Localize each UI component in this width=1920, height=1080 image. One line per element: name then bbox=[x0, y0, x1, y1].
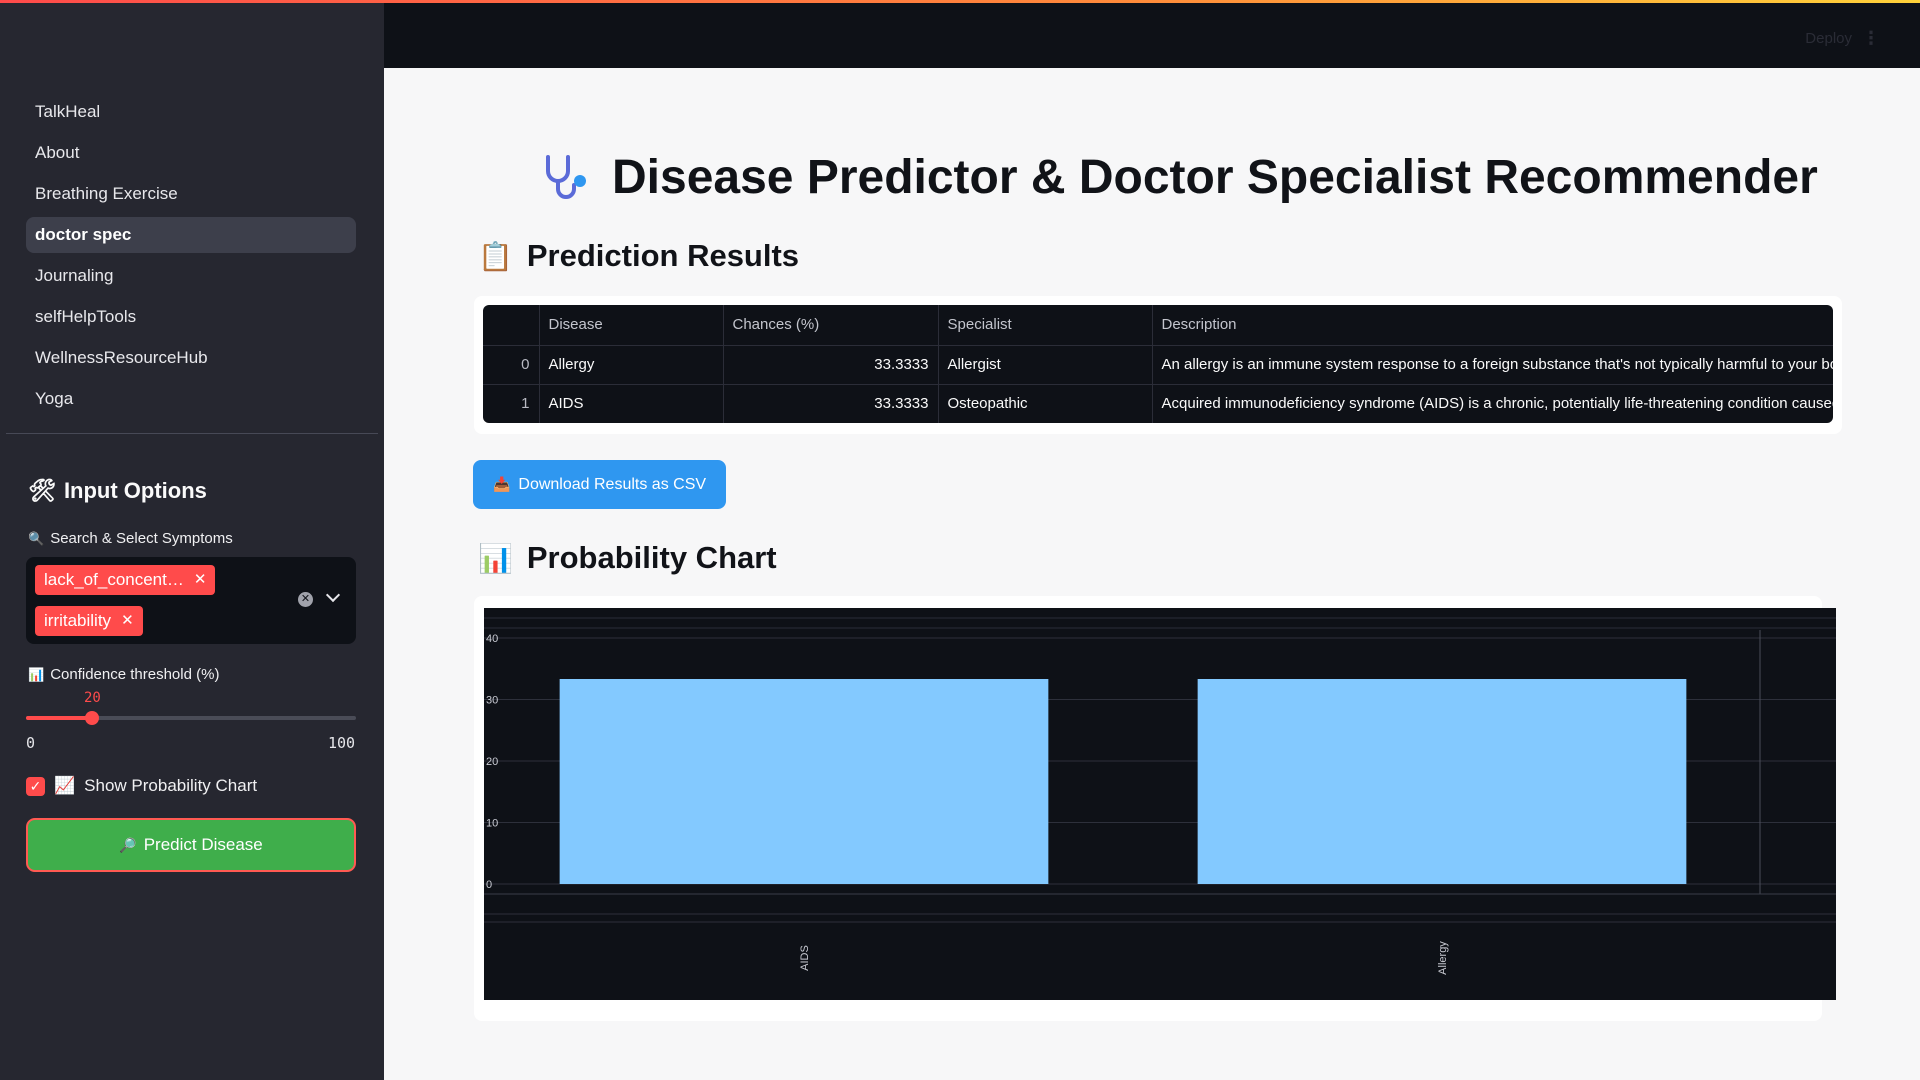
cell-chances[interactable]: 33.3333 bbox=[723, 384, 939, 423]
y-tick-label: 40 bbox=[486, 633, 498, 645]
row-index: 0 bbox=[483, 345, 540, 385]
results-table-card: Disease Chances (%) Specialist Descripti… bbox=[474, 296, 1842, 434]
column-header-chances[interactable]: Chances (%) bbox=[723, 305, 939, 346]
deploy-button[interactable]: Deploy bbox=[1805, 30, 1852, 47]
symptoms-multiselect[interactable]: lack_of_concent… ✕ irritability ✕ ✕ bbox=[26, 557, 356, 644]
download-csv-button[interactable]: 📥 Download Results as CSV bbox=[473, 460, 726, 509]
stethoscope-icon bbox=[546, 154, 586, 199]
cell-specialist[interactable]: Allergist bbox=[938, 345, 1153, 385]
slider-value: 20 bbox=[84, 690, 101, 706]
tools-icon: 🛠 bbox=[28, 478, 56, 503]
column-header-disease[interactable]: Disease bbox=[539, 305, 724, 346]
symptom-tag[interactable]: irritability ✕ bbox=[35, 606, 143, 636]
clear-icon[interactable]: ✕ bbox=[298, 592, 313, 607]
show-chart-checkbox-row[interactable]: ✓ 📈 Show Probability Chart bbox=[26, 776, 257, 796]
chevron-down-icon[interactable] bbox=[325, 587, 341, 603]
input-options-heading: 🛠 Input Options bbox=[28, 478, 207, 503]
y-tick-label: 30 bbox=[486, 695, 498, 707]
sidebar-item-journaling[interactable]: Journaling bbox=[26, 258, 356, 294]
chart-increasing-icon: 📈 bbox=[54, 776, 76, 795]
slider-fill bbox=[26, 716, 92, 720]
sidebar: TalkHeal About Breathing Exercise doctor… bbox=[0, 0, 384, 1080]
column-header-index bbox=[483, 305, 540, 346]
cell-disease[interactable]: Allergy bbox=[539, 345, 724, 385]
bar-chart-icon: 📊 bbox=[28, 666, 45, 682]
sidebar-item-about[interactable]: About bbox=[26, 135, 356, 171]
symptom-tag[interactable]: lack_of_concent… ✕ bbox=[35, 565, 216, 595]
chart-bar bbox=[1197, 679, 1687, 884]
probability-chart-svg: 0 10 20 30 40 AIDS Allergy bbox=[484, 617, 1836, 975]
probability-chart-heading: 📊 Probability Chart bbox=[478, 540, 777, 575]
sidebar-nav: TalkHeal About Breathing Exercise doctor… bbox=[26, 94, 356, 422]
y-tick-label: 20 bbox=[486, 756, 498, 768]
column-header-specialist[interactable]: Specialist bbox=[938, 305, 1153, 346]
remove-tag-icon[interactable]: ✕ bbox=[194, 565, 207, 595]
column-header-description[interactable]: Description bbox=[1152, 305, 1833, 346]
x-tick-label: AIDS bbox=[799, 945, 811, 971]
symptoms-label: 🔍 Search & Select Symptoms bbox=[28, 530, 233, 547]
y-tick-label: 10 bbox=[486, 818, 498, 830]
bar-chart-icon: 📊 bbox=[478, 542, 513, 574]
cell-description[interactable]: An allergy is an immune system response … bbox=[1152, 345, 1833, 385]
x-tick-label: Allergy bbox=[1437, 941, 1449, 975]
top-accent-bar bbox=[0, 0, 1920, 3]
slider-max-label: 100 bbox=[328, 734, 356, 752]
chart-bar bbox=[559, 679, 1049, 884]
prediction-results-heading: 📋 Prediction Results bbox=[478, 238, 800, 273]
cell-specialist[interactable]: Osteopathic bbox=[938, 384, 1153, 423]
sidebar-item-doctor-spec[interactable]: doctor spec bbox=[26, 217, 356, 253]
cell-chances[interactable]: 33.3333 bbox=[723, 345, 939, 385]
slider-min-label: 0 bbox=[26, 734, 36, 752]
sidebar-item-breathing-exercise[interactable]: Breathing Exercise bbox=[26, 176, 356, 212]
sidebar-item-selfhelptools[interactable]: selfHelpTools bbox=[26, 299, 356, 335]
table-header-row: Disease Chances (%) Specialist Descripti… bbox=[483, 305, 1833, 346]
page-title: Disease Predictor & Doctor Specialist Re… bbox=[540, 150, 1818, 205]
sidebar-item-yoga[interactable]: Yoga bbox=[26, 381, 356, 417]
predict-disease-button[interactable]: 🔎 Predict Disease bbox=[26, 818, 356, 872]
sidebar-divider bbox=[6, 433, 378, 434]
table-row: 1 AIDS 33.3333 Osteopathic Acquired immu… bbox=[483, 384, 1833, 423]
cell-disease[interactable]: AIDS bbox=[539, 384, 724, 423]
magnifier-icon: 🔍 bbox=[28, 530, 45, 546]
clipboard-icon: 📋 bbox=[478, 240, 513, 272]
results-dataframe[interactable]: Disease Chances (%) Specialist Descripti… bbox=[483, 305, 1833, 423]
sidebar-item-wellnessresourcehub[interactable]: WellnessResourceHub bbox=[26, 340, 356, 376]
confidence-slider[interactable] bbox=[26, 711, 356, 725]
probability-chart[interactable]: 0 10 20 30 40 AIDS Allergy bbox=[484, 608, 1836, 1000]
table-row: 0 Allergy 33.3333 Allergist An allergy i… bbox=[483, 345, 1833, 385]
more-menu-icon[interactable]: ⋮ bbox=[1862, 28, 1880, 49]
y-tick-label: 0 bbox=[486, 879, 492, 891]
show-chart-checkbox[interactable]: ✓ bbox=[26, 776, 45, 796]
slider-handle[interactable] bbox=[85, 711, 99, 725]
confidence-label: 📊 Confidence threshold (%) bbox=[28, 666, 220, 683]
cell-description[interactable]: Acquired immunodeficiency syndrome (AIDS… bbox=[1152, 384, 1833, 423]
inbox-tray-icon: 📥 bbox=[492, 476, 511, 492]
sidebar-item-talkheal[interactable]: TalkHeal bbox=[26, 94, 356, 130]
remove-tag-icon[interactable]: ✕ bbox=[121, 606, 134, 636]
magnifier-icon: 🔎 bbox=[119, 836, 137, 853]
row-index: 1 bbox=[483, 384, 540, 423]
app-header: Deploy ⋮ bbox=[384, 0, 1920, 68]
